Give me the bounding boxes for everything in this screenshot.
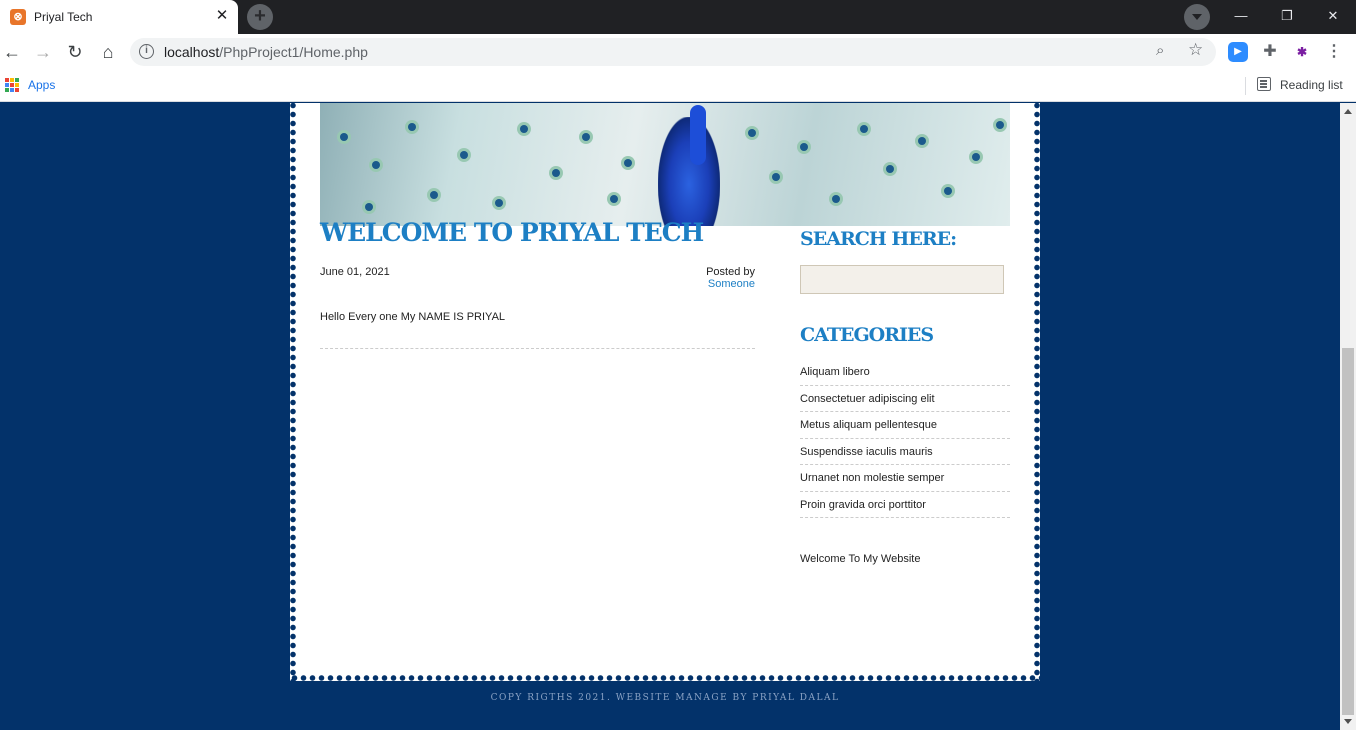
close-window-button[interactable]: ✕ — [1310, 0, 1356, 34]
category-item[interactable]: Proin gravida orci porttitor — [800, 492, 1010, 518]
peacock-body — [658, 117, 720, 226]
xampp-favicon-icon: ⊗ — [10, 9, 26, 25]
post-title: WELCOME TO PRIYAL TECH — [320, 218, 704, 247]
categories-heading: CATEGORIES — [800, 324, 934, 346]
welcome-text: Welcome To My Website — [800, 553, 921, 565]
url-text[interactable]: localhost/PhpProject1/Home.php — [164, 44, 368, 60]
post-date: June 01, 2021 — [320, 266, 390, 278]
browser-toolbar: ← → ↻ ⌂ i localhost/PhpProject1/Home.php… — [0, 34, 1356, 70]
reload-icon[interactable]: ↻ — [63, 40, 87, 64]
category-item[interactable]: Metus aliquam pellentesque — [800, 412, 1010, 439]
category-item[interactable]: Suspendisse iaculis mauris — [800, 439, 1010, 465]
tab-title: Priyal Tech — [34, 10, 93, 24]
extensions-puzzle-icon[interactable]: ✚ — [1260, 42, 1280, 62]
new-tab-button[interactable]: + — [247, 4, 273, 30]
home-icon[interactable]: ⌂ — [96, 40, 120, 64]
post-author-link[interactable]: Someone — [708, 278, 755, 290]
minimize-button[interactable]: — — [1218, 0, 1264, 34]
peacock-neck — [690, 105, 706, 165]
bookmarks-bar: Apps Reading list — [0, 70, 1356, 102]
reading-list-icon[interactable] — [1257, 77, 1271, 91]
apps-grid-icon[interactable] — [5, 78, 19, 92]
search-heading: SEARCH HERE: — [800, 228, 957, 250]
stamp-perforation-left — [290, 103, 296, 681]
restore-button[interactable]: ❐ — [1264, 0, 1310, 34]
stamp-perforation-right — [1034, 103, 1040, 681]
category-item[interactable]: Consectetuer adipiscing elit — [800, 386, 1010, 412]
bookmark-star-icon[interactable]: ☆ — [1188, 40, 1203, 60]
back-arrow-icon[interactable]: ← — [0, 40, 24, 64]
tab-close-icon[interactable]: ✕ — [213, 6, 231, 26]
footer-copyright: COPY RIGTHS 2021. WEBSITE MANAGE BY PRIY… — [490, 693, 840, 703]
page-viewport: WELCOME TO PRIYAL TECH June 01, 2021 Pos… — [0, 103, 1340, 730]
purple-extension-icon[interactable]: ✱ — [1292, 42, 1312, 62]
posted-by-label: Posted by — [706, 266, 755, 278]
url-host: localhost — [164, 44, 220, 60]
page-scrollbar[interactable] — [1340, 103, 1356, 730]
browser-tab[interactable]: ⊗ Priyal Tech ✕ — [0, 0, 238, 34]
stamp-perforation-bottom — [290, 675, 1040, 681]
scrollbar-thumb[interactable] — [1342, 348, 1354, 715]
zoom-icon[interactable]: ⌕ — [1156, 42, 1164, 59]
apps-bookmark-link[interactable]: Apps — [28, 78, 55, 92]
bookmarks-divider — [1245, 77, 1246, 95]
post-byline: Posted by Someone — [660, 266, 755, 290]
reading-list-link[interactable]: Reading list — [1280, 78, 1343, 92]
category-item[interactable]: Aliquam libero — [800, 359, 1010, 386]
peacock-header-image — [320, 103, 1010, 226]
address-bar[interactable]: i localhost/PhpProject1/Home.php ⌕ ☆ — [130, 38, 1216, 66]
profile-menu-button[interactable] — [1184, 4, 1210, 30]
categories-list: Aliquam libero Consectetuer adipiscing e… — [800, 359, 1010, 518]
category-item[interactable]: Urnanet non molestie semper — [800, 465, 1010, 492]
browser-menu-icon[interactable]: ⋮ — [1324, 42, 1344, 62]
browser-titlebar: ⊗ Priyal Tech ✕ + — ❐ ✕ — [0, 0, 1356, 34]
url-path: /PhpProject1/Home.php — [219, 44, 368, 60]
post-body: Hello Every one My NAME IS PRIYAL — [320, 311, 506, 323]
search-input[interactable] — [800, 265, 1004, 294]
scroll-up-arrow-icon[interactable] — [1344, 109, 1352, 114]
content-stamp-panel: WELCOME TO PRIYAL TECH June 01, 2021 Pos… — [290, 103, 1040, 681]
forward-arrow-icon[interactable]: → — [31, 40, 55, 64]
site-info-icon[interactable]: i — [139, 44, 154, 59]
post-divider — [320, 348, 755, 349]
zoom-extension-icon[interactable]: ▶ — [1228, 42, 1248, 62]
scroll-down-arrow-icon[interactable] — [1344, 719, 1352, 724]
